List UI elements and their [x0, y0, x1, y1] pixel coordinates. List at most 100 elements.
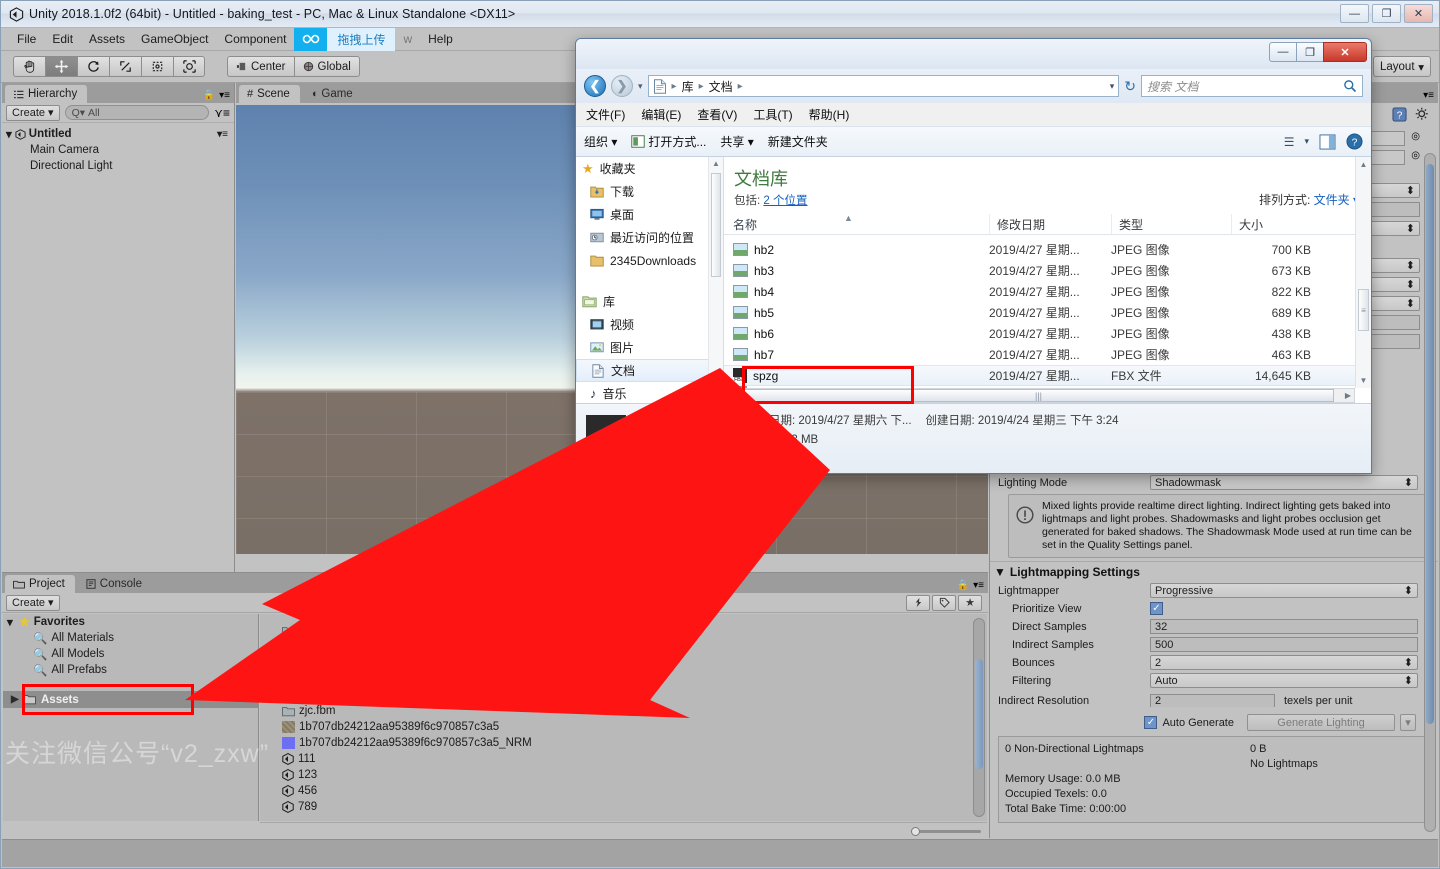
hierarchy-filter-icon[interactable]: ⋎≡ [214, 106, 230, 120]
explorer-close-button[interactable]: ✕ [1323, 42, 1367, 62]
nav-item-downloads[interactable]: 下载 [576, 180, 723, 203]
project-item[interactable]: peng_zha_gong.fbm [260, 623, 987, 639]
nav-item-desktop[interactable]: 桌面 [576, 203, 723, 226]
share-button[interactable]: 共享 ▾ [720, 133, 753, 150]
indirect-samples-field[interactable]: 500 [1150, 637, 1418, 652]
rect-tool-button[interactable] [141, 56, 173, 77]
project-favorite-all-prefabs[interactable]: 🔍 All Prefabs [3, 662, 258, 678]
prioritize-view-checkbox[interactable]: ✓ [1150, 602, 1163, 615]
hierarchy-item-main-camera[interactable]: Main Camera [2, 142, 234, 158]
project-scroll-thumb[interactable] [975, 659, 983, 769]
project-item[interactable]: 1b707db24212aa95389f6c970857c3a5 [260, 719, 987, 735]
menu-component[interactable]: Component [216, 29, 294, 49]
menu-view[interactable]: 查看(V) [697, 106, 737, 123]
back-button[interactable]: ❮ [584, 75, 606, 97]
project-favorite-button[interactable]: ★ [958, 594, 982, 611]
address-dropdown-icon[interactable]: ▾ [1110, 81, 1115, 92]
target-icon[interactable]: ◎ [1411, 131, 1420, 146]
address-bar[interactable]: ▸ 库 ▸ 文档 ▸ ▾ [647, 75, 1120, 97]
menu-tools[interactable]: 工具(T) [753, 106, 792, 123]
filtering-dropdown[interactable]: Auto ⬍ [1150, 673, 1418, 688]
scene-menu-icon[interactable]: ▾≡ [217, 129, 228, 140]
scroll-up-arrow-icon[interactable]: ▲ [709, 157, 723, 170]
column-name[interactable]: 名称 ▲ [724, 213, 989, 234]
hierarchy-scene-root[interactable]: ▾ Untitled ▾≡ [2, 126, 234, 142]
scale-tool-button[interactable] [109, 56, 141, 77]
scroll-down-arrow-icon[interactable]: ▼ [1356, 373, 1371, 387]
nav-item-2345downloads[interactable]: 2345Downloads [576, 249, 723, 272]
tab-project[interactable]: Project [5, 575, 75, 593]
menu-file[interactable]: 文件(F) [586, 106, 625, 123]
tab-scene[interactable]: # Scene [239, 85, 300, 103]
foldout-icon[interactable]: ▾ [7, 615, 13, 629]
menu-edit[interactable]: 编辑(E) [641, 106, 681, 123]
lighting-mode-dropdown[interactable]: Shadowmask ⬍ [1150, 475, 1418, 490]
change-view-icon[interactable]: ☰ [1284, 135, 1295, 149]
explorer-maximize-button[interactable]: ❐ [1296, 42, 1324, 62]
project-item[interactable]: 1b707db24212aa95389f6c970857c3a5_NRM [260, 735, 987, 751]
nav-pane-scrollbar[interactable]: ▲ [708, 157, 723, 403]
generate-lighting-dropdown[interactable]: ▾ [1400, 714, 1416, 731]
project-favorite-all-models[interactable]: 🔍 All Models [3, 646, 258, 662]
table-row[interactable]: hb3 2019/4/27 星期... JPEG 图像 673 KB [724, 260, 1355, 281]
generate-lighting-button[interactable]: Generate Lighting [1247, 714, 1395, 731]
target-icon[interactable]: ◎ [1411, 150, 1420, 165]
project-item[interactable]: 456 [260, 783, 987, 799]
nav-item-videos[interactable]: 视频 [576, 313, 723, 336]
open-with-button[interactable]: 打开方式... [631, 133, 706, 150]
hscroll-thumb[interactable]: ||| [743, 389, 1334, 402]
direct-samples-field[interactable]: 32 [1150, 619, 1418, 634]
menu-assets[interactable]: Assets [81, 29, 133, 49]
nav-favorites-group[interactable]: ★ 收藏夹 [576, 157, 723, 180]
project-favorite-all-materials[interactable]: 🔍 All Materials [3, 630, 258, 646]
file-list-horizontal-scrollbar[interactable]: ◀ ||| ▶ [724, 388, 1355, 403]
project-favorites-root[interactable]: ▾ ★ Favorites [3, 614, 258, 630]
nav-item-pictures[interactable]: 图片 [576, 336, 723, 359]
scroll-left-arrow-icon[interactable]: ◀ [725, 391, 735, 400]
gear-icon[interactable] [1415, 107, 1430, 122]
hierarchy-item-directional-light[interactable]: Directional Light [2, 158, 234, 174]
scroll-right-arrow-icon[interactable]: ▶ [1342, 391, 1354, 400]
project-filter-label-button[interactable] [932, 594, 956, 611]
project-item[interactable]: 123 [260, 767, 987, 783]
table-row[interactable]: hb6 2019/4/27 星期... JPEG 图像 438 KB [724, 323, 1355, 344]
tab-game[interactable]: ◖ Game [302, 85, 363, 103]
sort-by-control[interactable]: 排列方式: 文件夹 ▾ [1259, 191, 1359, 208]
menu-help[interactable]: 帮助(H) [809, 106, 850, 123]
project-assets-folder[interactable]: ▶ Assets [3, 691, 258, 708]
preview-pane-icon[interactable] [1319, 133, 1336, 150]
help-icon[interactable]: ? [1346, 133, 1363, 150]
table-row[interactable]: hb4 2019/4/27 星期... JPEG 图像 822 KB [724, 281, 1355, 302]
recent-pages-icon[interactable]: ▾ [638, 81, 643, 92]
table-row[interactable]: hb5 2019/4/27 星期... JPEG 图像 689 KB [724, 302, 1355, 323]
panel-menu-icon[interactable]: ▾≡ [973, 580, 984, 591]
new-folder-button[interactable]: 新建文件夹 [768, 133, 828, 150]
project-item[interactable]: zjc.fbm [260, 703, 987, 719]
tab-hierarchy[interactable]: Hierarchy [5, 85, 88, 103]
maximize-button[interactable]: ❐ [1372, 4, 1401, 23]
column-type[interactable]: 类型 [1111, 214, 1231, 234]
tab-console[interactable]: Console [77, 575, 152, 593]
explorer-minimize-button[interactable]: — [1269, 42, 1297, 62]
project-item[interactable]: 111 [260, 751, 987, 767]
table-row-selected-spzg[interactable]: spzg 2019/4/27 星期... FBX 文件 14,645 KB [724, 365, 1355, 386]
menu-gameobject[interactable]: GameObject [133, 29, 216, 49]
project-search-input[interactable]: 🔍 [347, 593, 643, 607]
foldout-icon[interactable]: ▶ [11, 694, 19, 705]
nav-item-documents[interactable]: 文档 [576, 359, 723, 382]
pivot-mode-button[interactable]: Center [227, 56, 294, 77]
hierarchy-search-input[interactable]: Q▾ All [64, 105, 210, 120]
hand-tool-button[interactable] [13, 56, 45, 77]
menu-edit[interactable]: Edit [44, 29, 81, 49]
project-vertical-scrollbar[interactable] [973, 618, 985, 817]
foldout-icon[interactable]: ▾ [6, 127, 12, 141]
rotate-tool-button[interactable] [77, 56, 109, 77]
drag-upload-label[interactable]: 拖拽上传 [327, 27, 396, 51]
project-filter-type-button[interactable] [906, 594, 930, 611]
inspector-vertical-scrollbar[interactable] [1424, 153, 1436, 832]
breadcrumb-documents[interactable]: 文档 [709, 78, 733, 95]
project-zoom-slider[interactable] [911, 826, 981, 836]
project-item[interactable]: Standard Assets [260, 671, 987, 687]
scroll-up-arrow-icon[interactable]: ▲ [1356, 157, 1371, 171]
lightmapper-dropdown[interactable]: Progressive ⬍ [1150, 583, 1418, 598]
